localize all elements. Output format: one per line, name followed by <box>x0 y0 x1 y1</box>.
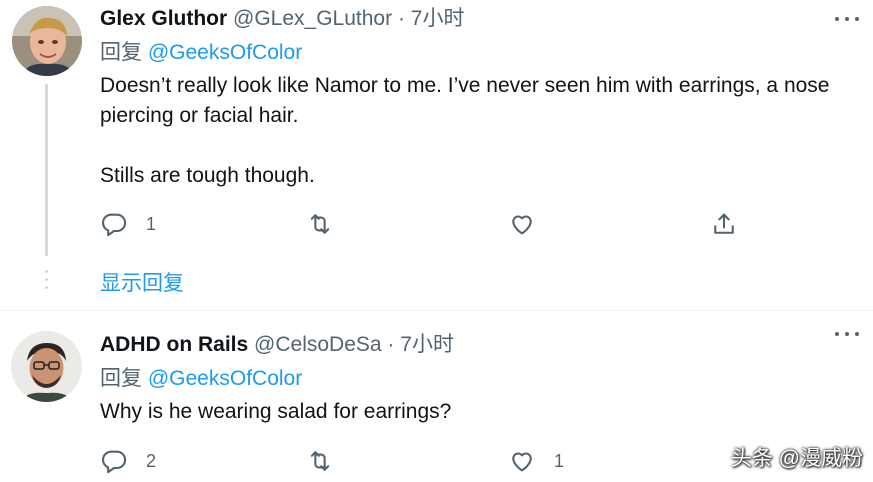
retweet-icon <box>310 214 330 234</box>
like-button[interactable]: 1 <box>508 446 564 476</box>
thread-line <box>45 84 48 256</box>
reply-to: 回复 @GeeksOfColor <box>100 366 302 392</box>
like-icon <box>512 215 532 235</box>
tweet-text: Doesn’t really look like Namor to me. I’… <box>100 74 830 127</box>
tweet-text: Stills are tough though. <box>100 164 315 187</box>
avatar-image <box>11 331 82 402</box>
more-icon[interactable] <box>835 330 859 338</box>
more-icon[interactable] <box>835 15 859 23</box>
avatar[interactable] <box>11 331 82 402</box>
tweet[interactable]: Glex Gluthor @GLex_GLuthor · 7小时 回复 @Gee… <box>0 0 873 310</box>
reply-to: 回复 @GeeksOfColor <box>100 40 302 66</box>
reply-count: 2 <box>146 450 157 471</box>
reply-icon <box>102 450 127 474</box>
reply-prefix: 回复 <box>100 41 142 64</box>
avatar-image <box>12 6 82 76</box>
author-name[interactable]: ADHD on Rails <box>100 333 248 356</box>
timestamp[interactable]: 7小时 <box>400 333 454 356</box>
avatar[interactable] <box>12 6 82 76</box>
retweet-button[interactable] <box>306 446 334 476</box>
reply-button[interactable]: 1 <box>100 209 156 239</box>
tweet-header: ADHD on Rails @CelsoDeSa · 7小时 <box>100 332 454 358</box>
reply-button[interactable]: 2 <box>100 446 156 476</box>
author-handle[interactable]: @GLex_GLuthor <box>233 7 392 30</box>
share-button[interactable] <box>710 209 738 239</box>
thread-dots <box>44 270 49 300</box>
author-handle[interactable]: @CelsoDeSa <box>254 333 382 356</box>
like-count: 1 <box>554 450 565 471</box>
like-icon <box>512 452 532 472</box>
reply-mention[interactable]: @GeeksOfColor <box>148 41 302 64</box>
retweet-icon <box>310 451 330 471</box>
reply-icon <box>102 213 127 237</box>
share-icon <box>714 213 734 234</box>
watermark: 头条 @漫威粉 <box>730 447 863 470</box>
separator: · <box>387 333 395 356</box>
tweet-actions: 1 <box>100 209 760 239</box>
timestamp[interactable]: 7小时 <box>411 7 465 30</box>
author-name[interactable]: Glex Gluthor <box>100 7 227 30</box>
reply-mention[interactable]: @GeeksOfColor <box>148 367 302 390</box>
retweet-button[interactable] <box>306 209 334 239</box>
separator: · <box>397 7 405 30</box>
reply-prefix: 回复 <box>100 367 142 390</box>
tweet-actions: 2 1 <box>100 446 760 476</box>
tweet-text: Why is he wearing salad for earrings? <box>100 400 452 423</box>
tweet-header: Glex Gluthor @GLex_GLuthor · 7小时 <box>100 6 464 32</box>
show-replies-link[interactable]: 显示回复 <box>100 271 184 297</box>
reply-count: 1 <box>146 213 157 234</box>
like-button[interactable] <box>508 209 536 239</box>
